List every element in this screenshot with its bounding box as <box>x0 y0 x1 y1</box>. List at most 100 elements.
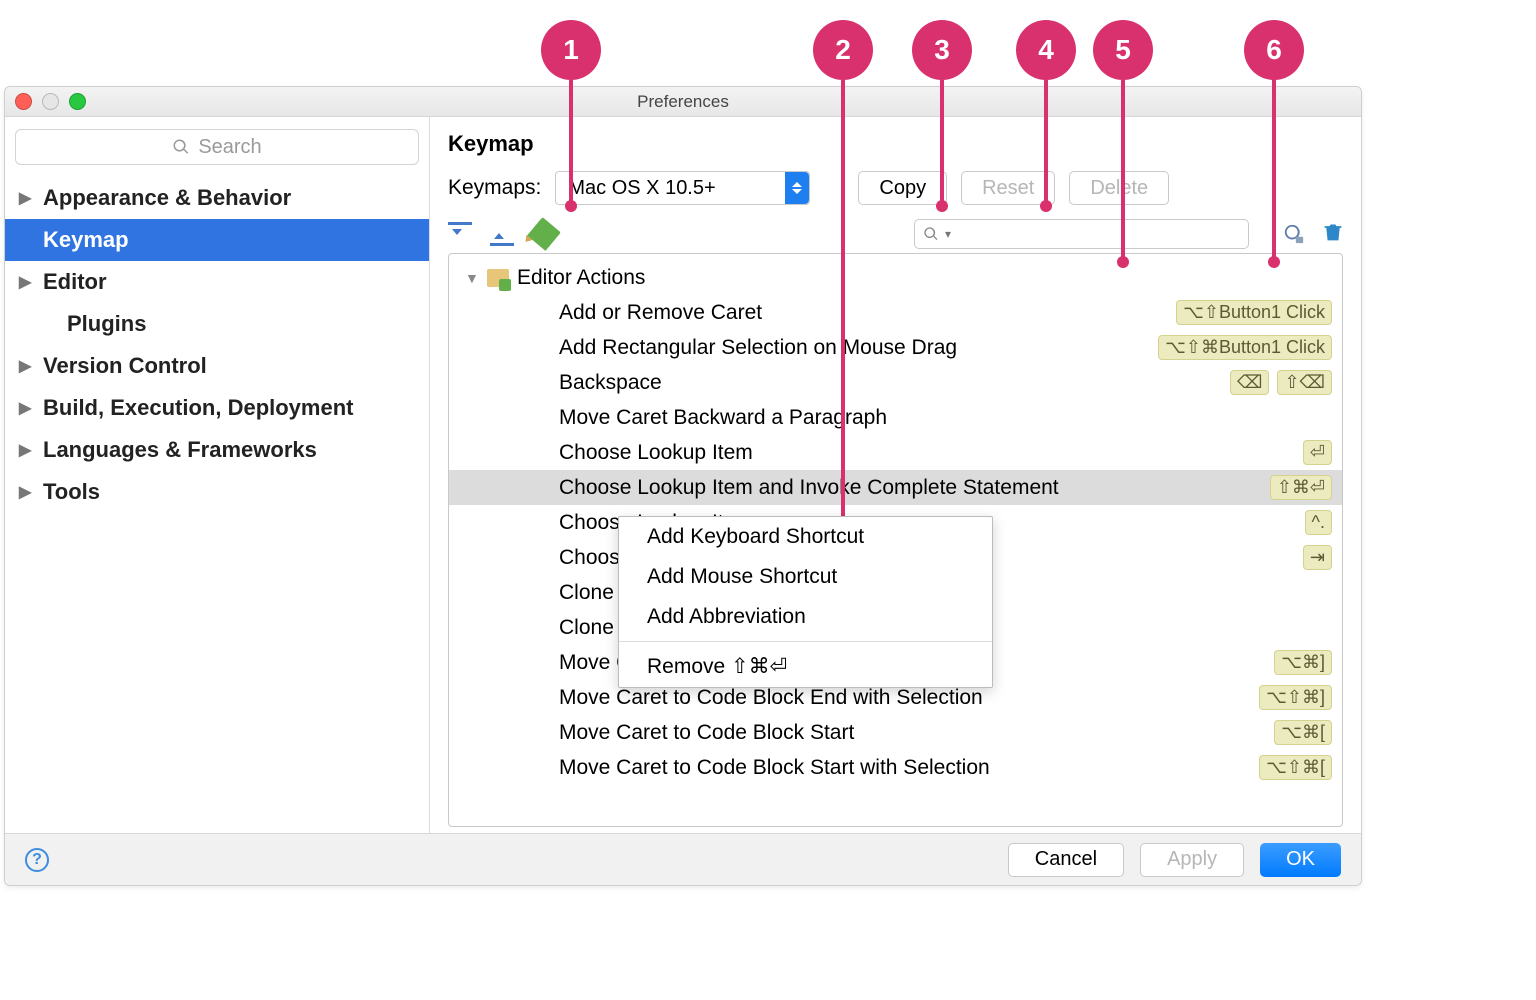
sidebar-item-label: Languages & Frameworks <box>43 437 317 463</box>
close-window-icon[interactable] <box>15 93 32 110</box>
sidebar-item-languages-frameworks[interactable]: ▶ Languages & Frameworks <box>5 429 429 471</box>
shortcut-badges: ^. <box>1305 510 1332 535</box>
tree-row-label: Move Caret Backward a Paragraph <box>559 406 887 430</box>
tree-row-label: Choose Lookup Item and Invoke Complete S… <box>559 476 1059 500</box>
disclosure-triangle-icon: ▼ <box>465 270 483 286</box>
callout-connector-1 <box>569 80 573 202</box>
expand-all-icon[interactable] <box>448 222 472 246</box>
callout-3: 3 <box>912 20 972 80</box>
sidebar-item-label: Keymap <box>43 227 129 253</box>
sidebar: Search ▶ Appearance & Behavior Keymap ▶ Edit… <box>5 117 430 833</box>
tree-row-label: Move Caret to Code Block End with Select… <box>559 686 983 710</box>
sidebar-item-keymap[interactable]: Keymap <box>5 219 429 261</box>
tree-row-label: Add or Remove Caret <box>559 301 762 325</box>
shortcut-badges: ⌥⇧⌘Button1 Click <box>1158 335 1332 360</box>
main-panel: Keymap Keymaps: Mac OS X 10.5+ Copy Rese… <box>430 117 1361 833</box>
sidebar-item-tools[interactable]: ▶Tools <box>5 471 429 513</box>
tree-group[interactable]: ▼ Editor Actions <box>449 260 1342 295</box>
edit-icon[interactable] <box>532 222 556 246</box>
find-by-shortcut-icon[interactable] <box>1283 223 1305 245</box>
disclosure-arrow-icon: ▶ <box>19 440 33 460</box>
menu-separator <box>619 641 992 642</box>
copy-button[interactable]: Copy <box>858 171 947 205</box>
shortcut-badge: ⏎ <box>1303 440 1332 465</box>
sidebar-item-label: Appearance & Behavior <box>43 185 291 211</box>
shortcut-badge: ⌫ <box>1230 370 1269 395</box>
tree-row[interactable]: Backspace⌫⇧⌫ <box>449 365 1342 400</box>
shortcut-badges: ⌫ ⇧⌫ <box>1230 370 1332 395</box>
tree-row-label: Choose Lookup Item <box>559 441 753 465</box>
shortcut-badge: ^. <box>1305 510 1332 535</box>
tree-group-label: Editor Actions <box>517 266 645 290</box>
reset-button[interactable]: Reset <box>961 171 1055 205</box>
callout-connector-2 <box>841 80 845 530</box>
zoom-window-icon[interactable] <box>69 93 86 110</box>
collapse-all-icon[interactable] <box>490 222 514 246</box>
callout-5: 5 <box>1093 20 1153 80</box>
disclosure-arrow-icon: ▶ <box>19 482 33 502</box>
shortcut-badges: ⏎ <box>1303 440 1332 465</box>
tree-row[interactable]: Add or Remove Caret ⌥⇧Button1 Click <box>449 295 1342 330</box>
sidebar-item-version-control[interactable]: ▶ Version Control <box>5 345 429 387</box>
context-menu-item[interactable]: Add Mouse Shortcut <box>619 557 992 597</box>
help-button[interactable]: ? <box>25 848 49 872</box>
shortcut-badges: ⌥⇧⌘[ <box>1259 755 1332 780</box>
sidebar-item-label: Plugins <box>67 311 146 337</box>
tree-row[interactable]: Move Caret to Code Block Start with Sele… <box>449 750 1342 785</box>
disclosure-arrow-icon: ▶ <box>19 272 33 292</box>
apply-button[interactable]: Apply <box>1140 843 1244 877</box>
tree-row[interactable]: Move Caret to Code Block Start ⌥⌘[ <box>449 715 1342 750</box>
tree-row[interactable]: Add Rectangular Selection on Mouse Drag ⌥… <box>449 330 1342 365</box>
tree-row[interactable]: Choose Lookup Item ⏎ <box>449 435 1342 470</box>
minimize-window-icon[interactable] <box>42 93 59 110</box>
tree-row[interactable]: Choose Lookup Item and Invoke Complete S… <box>449 470 1342 505</box>
sidebar-item-plugins[interactable]: Plugins <box>5 303 429 345</box>
callout-tip-1 <box>565 200 577 212</box>
cancel-button[interactable]: Cancel <box>1008 843 1124 877</box>
callout-1: 1 <box>541 20 601 80</box>
keymap-select[interactable]: Mac OS X 10.5+ <box>555 171 810 205</box>
search-icon <box>923 226 939 242</box>
delete-button[interactable]: Delete <box>1069 171 1169 205</box>
context-menu-item[interactable]: Add Abbreviation <box>619 597 992 637</box>
tree-row-label: Add Rectangular Selection on Mouse Drag <box>559 336 957 360</box>
keymap-selected-value: Mac OS X 10.5+ <box>568 177 715 200</box>
sidebar-item-build-execution-deployment[interactable]: ▶Build, Execution, Deployment <box>5 387 429 429</box>
shortcut-badge: ⌥⇧⌘[ <box>1259 755 1332 780</box>
shortcut-badges: ⌥⇧⌘] <box>1259 685 1332 710</box>
callout-tip-6 <box>1268 256 1280 268</box>
page-heading: Keymap <box>448 131 1343 157</box>
context-menu-remove[interactable]: Remove ⇧⌘⏎ <box>619 646 992 687</box>
shortcut-badges: ⇧⌘⏎ <box>1270 475 1332 500</box>
sidebar-item-label: Version Control <box>43 353 207 379</box>
shortcut-badge: ⌥⌘[ <box>1274 720 1332 745</box>
callout-tip-5 <box>1117 256 1129 268</box>
shortcut-badge: ⌥⇧⌘] <box>1259 685 1332 710</box>
shortcut-badge: ⌥⇧Button1 Click <box>1176 300 1332 325</box>
callout-connector-5 <box>1121 80 1125 258</box>
sidebar-item-appearance-behavior[interactable]: ▶ Appearance & Behavior <box>5 177 429 219</box>
select-chevron-icon <box>785 172 809 204</box>
tree-row[interactable]: Move Caret Backward a Paragraph <box>449 400 1342 435</box>
callout-tip-4 <box>1040 200 1052 212</box>
search-input[interactable]: Search <box>15 129 419 165</box>
callout-4: 4 <box>1016 20 1076 80</box>
sidebar-nav: ▶ Appearance & Behavior Keymap ▶ Editor Plugi… <box>5 173 429 513</box>
sidebar-item-editor[interactable]: ▶ Editor <box>5 261 429 303</box>
context-menu: Add Keyboard ShortcutAdd Mouse ShortcutA… <box>618 516 993 688</box>
ok-button[interactable]: OK <box>1260 843 1341 877</box>
tree-row-label: Move Caret to Code Block Start <box>559 721 854 745</box>
shortcut-badge: ⇧⌘⏎ <box>1270 475 1332 500</box>
folder-icon <box>487 269 509 287</box>
sidebar-item-label: Editor <box>43 269 107 295</box>
shortcut-badge: ⌥⌘] <box>1274 650 1332 675</box>
disclosure-arrow-icon: ▶ <box>19 188 33 208</box>
shortcut-badge: ⇧⌫ <box>1277 370 1332 395</box>
search-scope-caret-icon: ▾ <box>945 227 951 241</box>
context-menu-item[interactable]: Add Keyboard Shortcut <box>619 517 992 557</box>
keymaps-label: Keymaps: <box>448 176 541 200</box>
disclosure-arrow-icon: ▶ <box>19 356 33 376</box>
trash-icon[interactable] <box>1323 221 1343 248</box>
callout-connector-4 <box>1044 80 1048 202</box>
action-search-input[interactable]: ▾ <box>914 219 1249 249</box>
